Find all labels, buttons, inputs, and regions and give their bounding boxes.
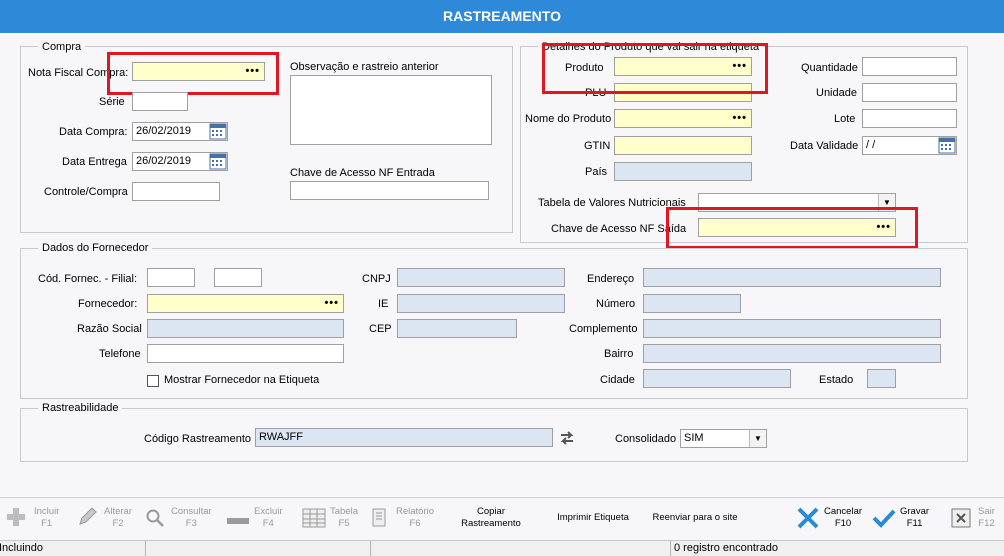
- compra-group-label: Compra: [38, 41, 86, 53]
- serie-label: Série: [99, 96, 125, 108]
- validade-label: Data Validade: [790, 140, 859, 152]
- window-title: RASTREAMENTO: [0, 0, 1004, 33]
- status-bar: Incluindo 0 registro encontrado: [0, 540, 1004, 556]
- toolbar: Incluir F1 Alterar F2 Consultar F3 Excluir F…: [0, 497, 1004, 541]
- consolidado-select[interactable]: SIM ▼: [680, 429, 767, 448]
- ie-label: IE: [378, 298, 389, 310]
- chevron-down-icon[interactable]: ▼: [749, 430, 766, 447]
- search-icon: [146, 509, 164, 527]
- lote-input[interactable]: [862, 109, 957, 128]
- reenviar-site-button[interactable]: Reenviar para o site: [646, 512, 744, 524]
- endereco-label: Endereço: [587, 273, 635, 285]
- calendar-icon[interactable]: [938, 137, 956, 154]
- status-cell: [370, 541, 669, 556]
- controle-input[interactable]: [132, 182, 220, 201]
- exit-icon: [951, 508, 971, 528]
- minus-icon: [227, 518, 249, 524]
- cidade-label: Cidade: [600, 374, 635, 386]
- controle-label: Controle/Compra: [44, 186, 128, 198]
- observacao-label: Observação e rastreio anterior: [290, 61, 439, 73]
- razao-social-input: [147, 319, 344, 338]
- plus-icon: [7, 508, 25, 526]
- fornecedor-group-label: Dados do Fornecedor: [38, 242, 153, 254]
- razao-social-label: Razão Social: [77, 323, 142, 335]
- numero-label: Número: [596, 298, 636, 310]
- check-icon: [872, 509, 896, 528]
- tabela-nutricional-label: Tabela de Valores Nutricionais: [538, 197, 686, 209]
- cod-fornec-label: Cód. Fornec. - Filial:: [38, 273, 138, 285]
- mostrar-fornecedor-label: Mostrar Fornecedor na Etiqueta: [164, 374, 320, 386]
- bairro-label: Bairro: [604, 348, 634, 360]
- estado-label: Estado: [819, 374, 854, 386]
- endereco-input: [643, 268, 941, 287]
- quantidade-label: Quantidade: [801, 62, 858, 74]
- status-cell: [145, 541, 369, 556]
- cidade-input: [643, 369, 791, 388]
- estado-input: [867, 369, 896, 388]
- fornecedor-label: Fornecedor:: [78, 298, 138, 310]
- pais-label: País: [585, 166, 608, 178]
- codigo-rastreamento-label: Código Rastreamento: [144, 433, 252, 445]
- calendar-icon[interactable]: [209, 153, 227, 170]
- filial-input[interactable]: [214, 268, 262, 287]
- validade-input[interactable]: / /: [862, 136, 957, 155]
- lookup-dots-icon[interactable]: •••: [324, 295, 339, 312]
- ie-input: [397, 294, 565, 313]
- highlight-box: [666, 207, 918, 249]
- cod-fornec-input[interactable]: [147, 268, 195, 287]
- pencil-icon: [79, 507, 97, 525]
- gtin-input[interactable]: [614, 136, 752, 155]
- status-records: 0 registro encontrado: [670, 541, 1004, 556]
- fornecedor-input[interactable]: •••: [147, 294, 344, 313]
- telefone-input[interactable]: [147, 344, 344, 363]
- cnpj-input: [397, 268, 565, 287]
- pais-input: [614, 162, 752, 181]
- observacao-textarea[interactable]: [290, 75, 492, 145]
- serie-input[interactable]: [132, 92, 188, 111]
- copiar-rastreamento-button[interactable]: Copiar Rastreamento: [456, 506, 526, 530]
- codigo-rastreamento-input: RWAJFF: [255, 428, 553, 447]
- complemento-label: Complemento: [569, 323, 638, 335]
- data-compra-input[interactable]: 26/02/2019: [132, 122, 228, 141]
- chave-entrada-input[interactable]: [290, 181, 489, 200]
- nome-produto-input[interactable]: •••: [614, 109, 752, 128]
- numero-input: [643, 294, 741, 313]
- table-icon: [302, 508, 326, 528]
- cnpj-label: CNPJ: [362, 273, 391, 285]
- highlight-box: [107, 52, 279, 95]
- complemento-input: [643, 319, 941, 338]
- cep-input: [397, 319, 517, 338]
- nome-produto-label: Nome do Produto: [525, 113, 612, 125]
- status-mode: Incluindo: [0, 542, 44, 554]
- unidade-input[interactable]: [862, 83, 957, 102]
- unidade-label: Unidade: [816, 87, 857, 99]
- gtin-label: GTIN: [584, 140, 611, 152]
- lookup-dots-icon[interactable]: •••: [732, 110, 747, 127]
- close-icon: [797, 507, 819, 529]
- data-compra-label: Data Compra:: [59, 126, 128, 138]
- consolidado-label: Consolidado: [615, 433, 677, 445]
- chave-entrada-label: Chave de Acesso NF Entrada: [290, 167, 435, 179]
- calendar-icon[interactable]: [209, 123, 227, 140]
- telefone-label: Telefone: [99, 348, 141, 360]
- data-entrega-input[interactable]: 26/02/2019: [132, 152, 228, 171]
- cep-label: CEP: [369, 323, 392, 335]
- lote-label: Lote: [834, 113, 856, 125]
- bairro-input: [643, 344, 941, 363]
- imprimir-etiqueta-button[interactable]: Imprimir Etiqueta: [550, 512, 636, 524]
- quantidade-input[interactable]: [862, 57, 957, 76]
- refresh-icon[interactable]: [558, 428, 576, 448]
- data-entrega-label: Data Entrega: [62, 156, 127, 168]
- highlight-box: [542, 43, 768, 94]
- report-icon: [372, 508, 386, 527]
- rastreabilidade-group-label: Rastreabilidade: [38, 402, 123, 414]
- mostrar-fornecedor-checkbox[interactable]: [147, 375, 159, 387]
